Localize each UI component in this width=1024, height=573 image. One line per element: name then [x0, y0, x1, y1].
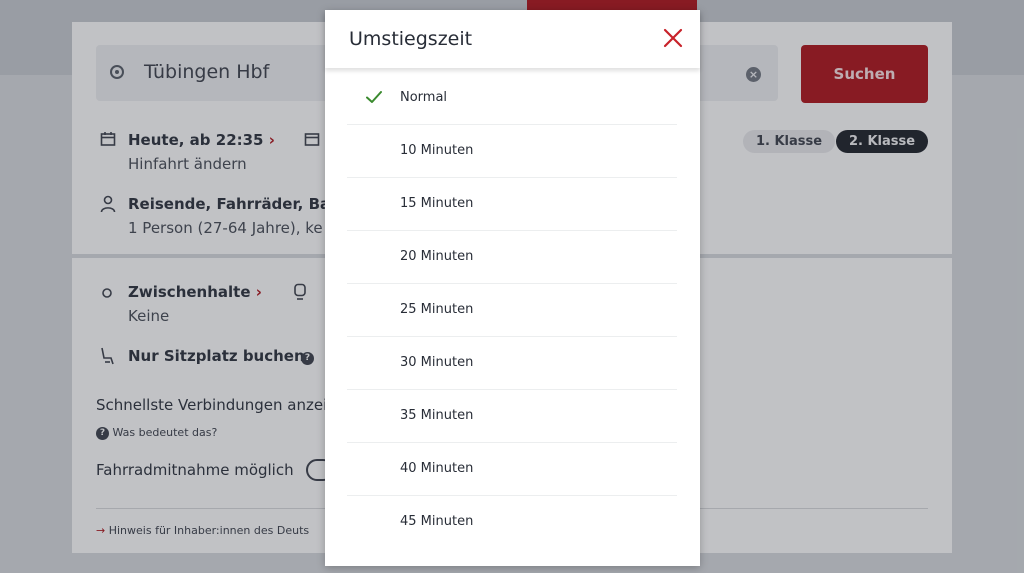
- option-15-min[interactable]: 15 Minuten: [347, 178, 677, 231]
- option-label: 10 Minuten: [400, 143, 474, 158]
- dialog-header: Umstiegszeit: [325, 10, 700, 68]
- option-label: 20 Minuten: [400, 249, 474, 264]
- option-25-min[interactable]: 25 Minuten: [347, 284, 677, 337]
- option-label: 45 Minuten: [400, 514, 474, 529]
- option-label: 25 Minuten: [400, 302, 474, 317]
- option-45-min[interactable]: 45 Minuten: [347, 496, 677, 548]
- option-40-min[interactable]: 40 Minuten: [347, 443, 677, 496]
- check-icon: [365, 88, 383, 106]
- option-label: 30 Minuten: [400, 355, 474, 370]
- option-label: 40 Minuten: [400, 461, 474, 476]
- option-label: Normal: [400, 90, 448, 105]
- option-label: 15 Minuten: [400, 196, 474, 211]
- option-35-min[interactable]: 35 Minuten: [347, 390, 677, 443]
- option-10-min[interactable]: 10 Minuten: [347, 125, 677, 178]
- close-icon[interactable]: [661, 26, 685, 50]
- option-normal[interactable]: Normal: [347, 72, 677, 125]
- transfer-time-dialog: Umstiegszeit Normal 10 Minuten 15 Minute…: [325, 10, 700, 566]
- option-20-min[interactable]: 20 Minuten: [347, 231, 677, 284]
- option-list: Normal 10 Minuten 15 Minuten 20 Minuten …: [347, 72, 677, 548]
- dialog-title: Umstiegszeit: [349, 28, 473, 50]
- option-label: 35 Minuten: [400, 408, 474, 423]
- option-30-min[interactable]: 30 Minuten: [347, 337, 677, 390]
